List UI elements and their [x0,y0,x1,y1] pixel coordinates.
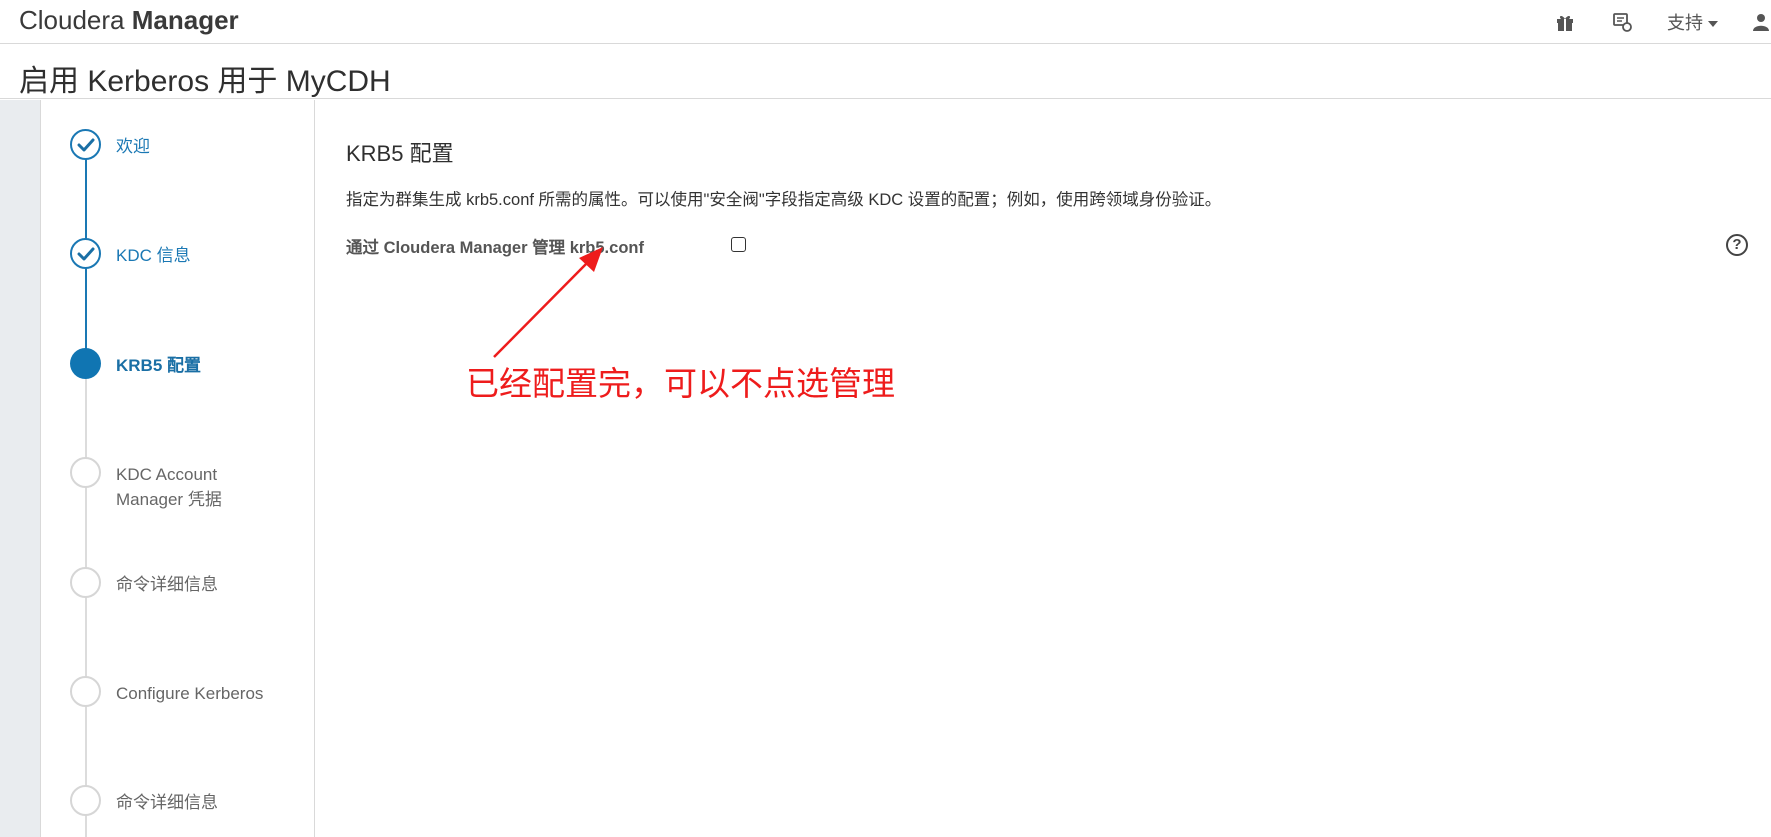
step-label: KRB5 配置 [116,356,202,375]
notification-icon[interactable] [1610,10,1634,34]
step-configure-kerberos[interactable]: Configure Kerberos [70,676,310,736]
step-command-details-2[interactable]: 命令详细信息 [70,785,310,837]
step-kdc-account-manager[interactable]: KDC Account Manager 凭据 [70,457,310,527]
pending-step-icon [70,567,101,598]
help-icon[interactable]: ? [1726,234,1748,256]
page-title-bar: 启用 Kerberos 用于 MyCDH [0,44,1771,99]
pending-step-icon [70,785,101,816]
check-icon [70,238,101,269]
support-menu[interactable]: 支持 [1667,9,1718,35]
step-kdc-info[interactable]: KDC 信息 [70,238,310,298]
section-description: 指定为群集生成 krb5.conf 所需的属性。可以使用"安全阀"字段指定高级 … [346,191,1222,209]
pending-step-icon [70,676,101,707]
step-label: 命令详细信息 [116,575,218,594]
main-content: KRB5 配置 指定为群集生成 krb5.conf 所需的属性。可以使用"安全阀… [316,100,1771,837]
left-gutter [0,100,41,837]
step-krb5-config[interactable]: KRB5 配置 [70,348,310,408]
annotation-text: 已经配置完，可以不点选管理 [466,364,895,403]
pending-step-icon [70,457,101,488]
page-title: 启用 Kerberos 用于 MyCDH [19,65,391,98]
brand-light-text: Cloudera [19,5,125,35]
support-label: 支持 [1667,13,1703,33]
gift-icon[interactable] [1553,10,1577,34]
manage-krb5-checkbox[interactable] [731,237,746,252]
step-command-details-1[interactable]: 命令详细信息 [70,567,310,627]
step-label: 欢迎 [116,137,150,156]
brand-logo[interactable]: Cloudera Manager [19,5,239,36]
manage-krb5-label: 通过 Cloudera Manager 管理 krb5.conf [346,239,644,257]
chevron-down-icon [1708,21,1718,28]
user-icon[interactable] [1749,10,1771,34]
brand-bold-text: Manager [131,5,239,35]
step-label: KDC 信息 [116,246,191,265]
step-label: Configure Kerberos [116,684,264,703]
top-navigation-bar: Cloudera Manager 支持 [0,0,1771,44]
active-step-icon [70,348,101,379]
step-label: 命令详细信息 [116,793,218,812]
check-icon [70,129,101,160]
step-label: KDC Account Manager 凭据 [116,465,222,509]
wizard-steps-sidebar: 欢迎 KDC 信息 KRB5 配置 KDC Account Manager 凭据… [41,100,315,837]
section-title: KRB5 配置 [346,141,454,166]
step-welcome[interactable]: 欢迎 [70,129,310,189]
